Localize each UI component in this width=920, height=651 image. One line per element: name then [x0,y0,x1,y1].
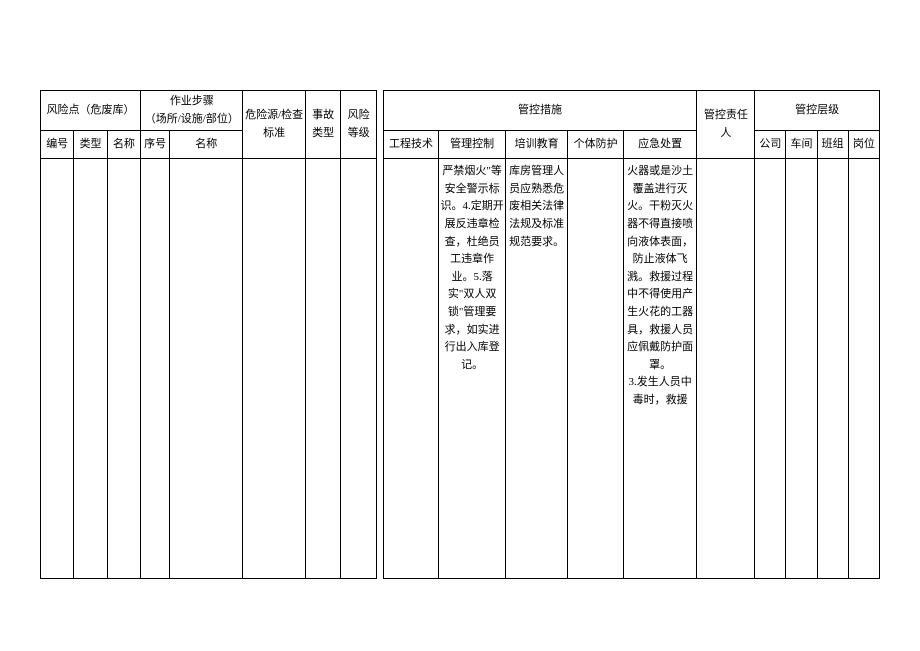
cell-accident [305,159,341,579]
cell-personal-prot [568,159,624,579]
cell-eng-tech [383,159,439,579]
cell-risk-level [341,159,377,579]
cell-step-name [170,159,243,579]
cell-type [74,159,107,579]
cell-mgmt-ctrl: 严禁烟火"等安全警示标识。4.定期开展反违章检查，杜绝员工违章作业。5.落实"双… [439,159,506,579]
header-no: 编号 [41,131,74,159]
cell-no [41,159,74,579]
header-responsible: 管控责任人 [697,91,755,159]
cell-position [848,159,879,579]
header-team: 班组 [817,131,848,159]
header-workshop: 车间 [786,131,817,159]
table-row: 严禁烟火"等安全警示标识。4.定期开展反违章检查，杜绝员工违章作业。5.落实"双… [41,159,880,579]
gap [376,91,383,579]
header-accident-type: 事故 类型 [305,91,341,159]
cell-training: 库房管理人员应熟悉危废相关法律法规及标准规范要求。 [506,159,568,579]
cell-team [817,159,848,579]
header-hazard-std: 危险源/检查 标准 [243,91,305,159]
risk-table: 风险点（危废库） 作业步骤 （场所/设施/部位） 危险源/检查 标准 事故 类型… [40,90,880,579]
header-control-level: 管控层级 [755,91,880,131]
header-seq: 序号 [141,131,170,159]
cell-company [755,159,786,579]
header-company: 公司 [755,131,786,159]
header-risk-level: 风险 等级 [341,91,377,159]
cell-workshop [786,159,817,579]
header-control-measures: 管控措施 [383,91,697,131]
cell-hazard [243,159,305,579]
header-name: 名称 [107,131,140,159]
header-risk-point: 风险点（危废库） [41,91,141,131]
header-type: 类型 [74,131,107,159]
header-eng-tech: 工程技术 [383,131,439,159]
header-step-name: 名称 [170,131,243,159]
cell-name [107,159,140,579]
cell-seq [141,159,170,579]
header-row-1: 风险点（危废库） 作业步骤 （场所/设施/部位） 危险源/检查 标准 事故 类型… [41,91,880,131]
header-work-step: 作业步骤 （场所/设施/部位） [141,91,243,131]
header-mgmt-ctrl: 管理控制 [439,131,506,159]
header-position: 岗位 [848,131,879,159]
header-training: 培训教育 [506,131,568,159]
cell-responsible [697,159,755,579]
header-emergency: 应急处置 [623,131,696,159]
header-personal-prot: 个体防护 [568,131,624,159]
cell-emergency: 火器或是沙土覆盖进行灭火。干粉灭火器不得直接喷向液体表面，防止液体飞溅。救援过程… [623,159,696,579]
